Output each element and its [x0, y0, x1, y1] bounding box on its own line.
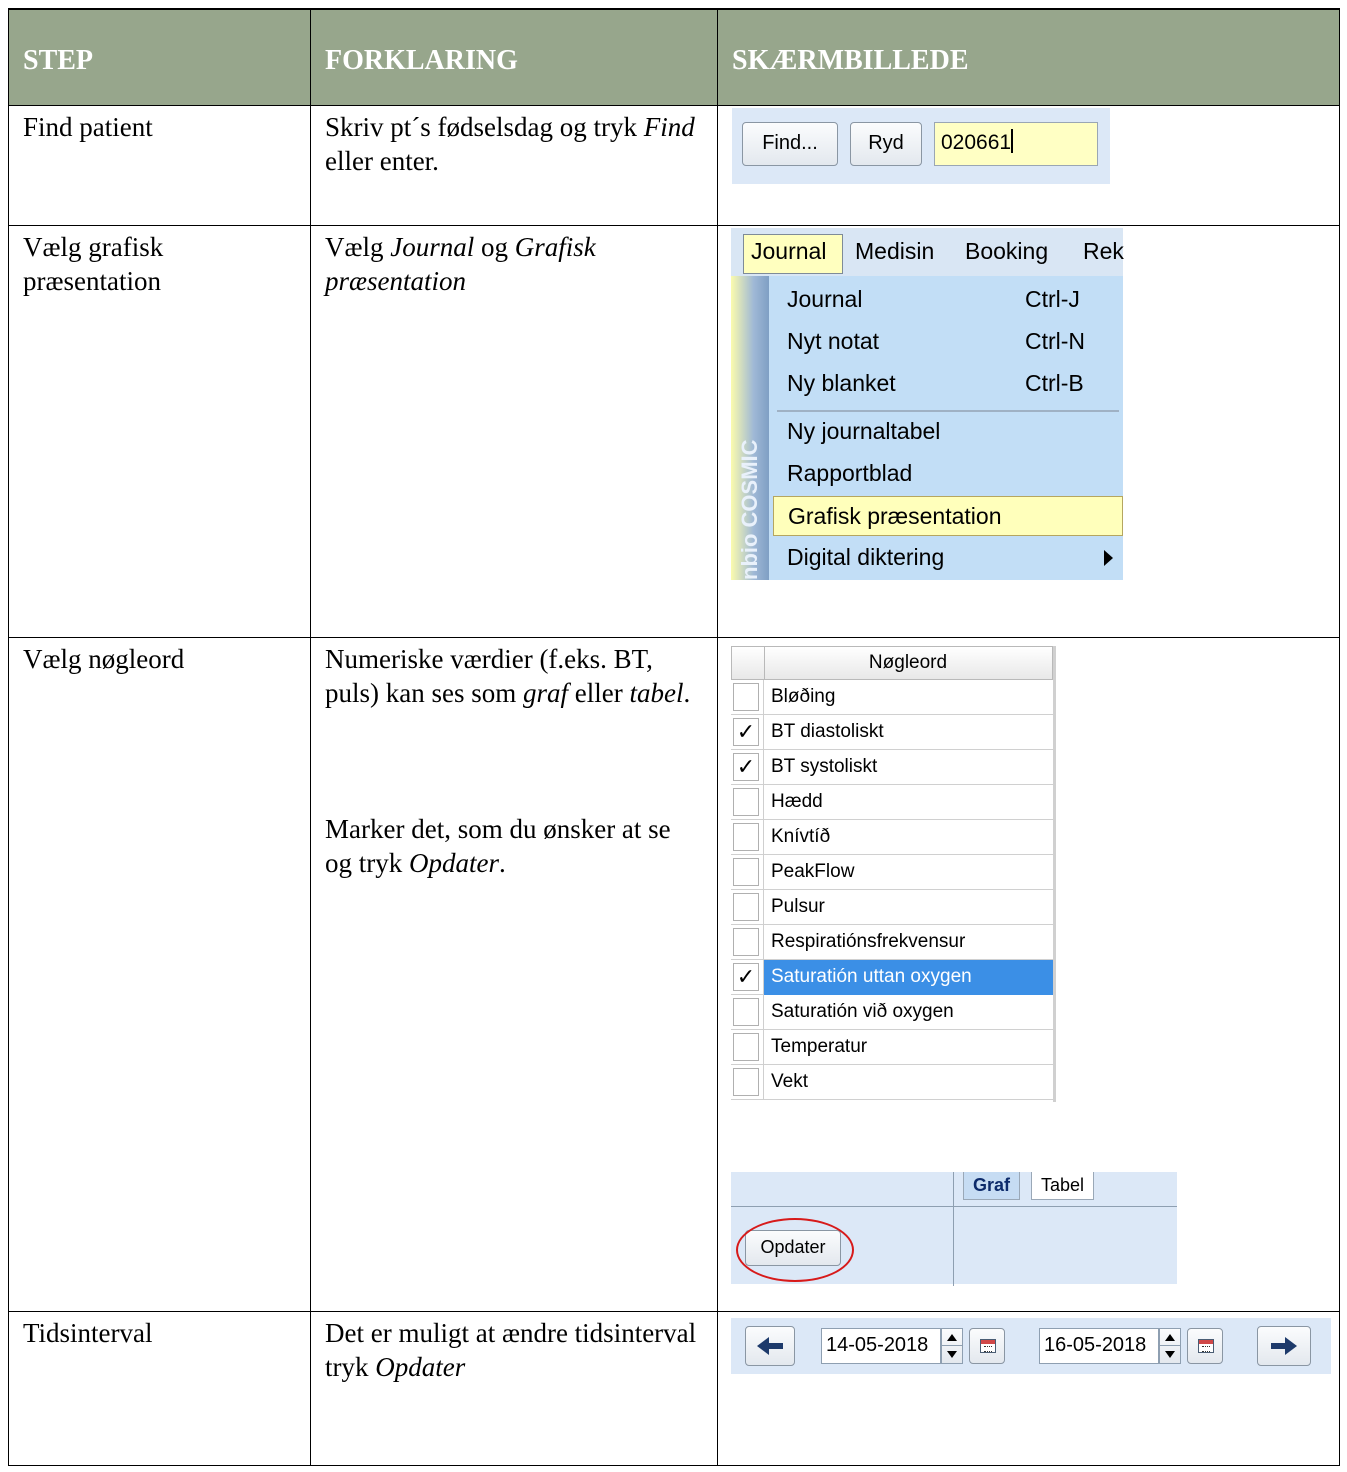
keyword-row[interactable]: Hædd	[731, 784, 1053, 820]
row-select-keywords: Vælg nøgleord Numeriske værdier (f.eks. …	[8, 636, 1340, 1312]
menu-medisin[interactable]: Medisin	[855, 238, 934, 265]
keyword-checkbox[interactable]: ✓	[733, 752, 759, 781]
menu-item-ny-blanket[interactable]: Ny blanket Ctrl-B	[773, 364, 1123, 404]
keyword-row[interactable]: Knívtíð	[731, 819, 1053, 855]
keyword-label: BT systoliskt	[771, 755, 878, 777]
keyword-row[interactable]: Saturatión við oxygen	[731, 994, 1053, 1030]
keyword-checkbox[interactable]	[733, 857, 759, 886]
explanation-paragraph-1: Numeriske værdier (f.eks. BT, puls) kan …	[325, 643, 691, 708]
submenu-arrow-icon	[1104, 549, 1113, 566]
to-date-spinner[interactable]	[1159, 1327, 1181, 1364]
menu-item-digital-diktering[interactable]: Digital diktering	[773, 538, 1123, 578]
keyword-checkbox[interactable]	[733, 892, 759, 921]
keyword-checkbox[interactable]	[733, 927, 759, 956]
step-label: Vælg grafisk præsentation	[23, 231, 164, 296]
keyword-row[interactable]: Vekt	[731, 1064, 1053, 1100]
menu-booking[interactable]: Booking	[965, 238, 1048, 265]
keyword-label: Vekt	[771, 1070, 808, 1092]
grid-scroll-edge	[1053, 645, 1056, 1102]
keyword-row[interactable]: Temperatur	[731, 1029, 1053, 1065]
find-button[interactable]: Find...	[742, 121, 838, 166]
keyword-label: Knívtíð	[771, 825, 831, 847]
select-all-column[interactable]	[732, 646, 765, 679]
menu-item-rapportblad[interactable]: Rapportblad	[773, 454, 1123, 494]
keyword-checkbox[interactable]	[733, 822, 759, 851]
menubar: Journal Medisin Booking Rek	[731, 227, 1124, 276]
header-step: STEP	[8, 8, 311, 106]
keyword-label: Pulsur	[771, 895, 825, 917]
tab-graf[interactable]: Graf	[963, 1171, 1021, 1200]
menu-journal[interactable]: Journal	[751, 238, 826, 265]
step-label: Vælg nøgleord	[23, 643, 185, 674]
previous-period-button[interactable]	[745, 1325, 795, 1366]
row-time-interval: Tidsinterval Det er muligt at ændre tids…	[8, 1310, 1340, 1466]
keyword-row[interactable]: Respiratiónsfrekvensur	[731, 924, 1053, 960]
step-label: Find patient	[23, 111, 153, 142]
tab-tabel[interactable]: Tabel	[1031, 1171, 1095, 1200]
keyword-checkbox[interactable]	[733, 1032, 759, 1061]
keyword-label: PeakFlow	[771, 860, 855, 882]
highlight-circle	[736, 1217, 854, 1282]
keyword-row[interactable]: ✓ Saturatión uttan oxygen	[731, 959, 1053, 995]
menu-rek[interactable]: Rek	[1083, 238, 1124, 265]
keyword-row[interactable]: ✓ BT diastoliskt	[731, 714, 1053, 750]
to-date-field[interactable]: 16-05-2018	[1039, 1327, 1159, 1364]
menu-item-grafisk-praesentation[interactable]: Grafisk præsentation	[773, 495, 1123, 536]
menu-item-nyt-notat[interactable]: Nyt notat Ctrl-N	[773, 322, 1123, 362]
keyword-label: Hædd	[771, 790, 823, 812]
menu-item-ny-journaltabel[interactable]: Ny journaltabel	[773, 412, 1123, 452]
keyword-row[interactable]: ✓ BT systoliskt	[731, 749, 1053, 785]
from-date-field[interactable]: 14-05-2018	[821, 1327, 941, 1364]
keyword-grid-header: Nøgleord	[731, 645, 1053, 680]
menu-side-strip: nbio COSMIC	[731, 275, 769, 580]
from-date-calendar-icon[interactable]	[969, 1327, 1005, 1364]
keyword-checkbox[interactable]	[733, 997, 759, 1026]
arrow-right-icon	[1271, 1336, 1297, 1355]
find-toolbar: Find... Ryd 020661	[732, 107, 1110, 184]
text-caret	[1011, 128, 1014, 153]
keyword-label: BT diastoliskt	[771, 720, 884, 742]
keyword-checkbox[interactable]	[733, 787, 759, 816]
explanation-text: Vælg Journal og Grafisk præsentation	[325, 231, 596, 296]
keyword-label: Saturatión við oxygen	[771, 1000, 954, 1022]
clear-button[interactable]: Ryd	[850, 121, 922, 166]
from-date-spinner[interactable]	[941, 1327, 963, 1364]
keyword-checkbox[interactable]: ✓	[733, 962, 759, 991]
explanation-text: Skriv pt´s fødselsdag og tryk Find eller…	[325, 111, 695, 176]
to-date-calendar-icon[interactable]	[1187, 1327, 1223, 1364]
header-screenshot: SKÆRMBILLEDE	[717, 8, 1340, 106]
header-explanation: FORKLARING	[310, 8, 718, 106]
keyword-label: Respiratiónsfrekvensur	[771, 930, 966, 952]
arrow-left-icon	[757, 1336, 783, 1355]
keyword-row[interactable]: Bløðing	[731, 679, 1053, 715]
update-panel: Graf Tabel Opdater	[731, 1171, 1177, 1286]
keyword-checkbox[interactable]	[733, 1067, 759, 1096]
header-row: STEP FORKLARING SKÆRMBILLEDE	[8, 8, 1340, 106]
strip-brand-text: nbio COSMIC	[737, 438, 762, 580]
row-find-patient: Find patient Skriv pt´s fødselsdag og tr…	[8, 104, 1340, 226]
explanation-paragraph-2: Marker det, som du ønsker at se og tryk …	[325, 813, 671, 878]
keyword-row[interactable]: Pulsur	[731, 889, 1053, 925]
row-graphic-presentation: Vælg grafisk præsentation Vælg Journal o…	[8, 224, 1340, 638]
keyword-checkbox[interactable]: ✓	[733, 717, 759, 746]
instruction-table: STEP FORKLARING SKÆRMBILLEDE Find patien…	[8, 8, 1340, 1466]
patient-search-input[interactable]: 020661	[934, 121, 1098, 166]
view-area	[953, 1205, 1177, 1286]
keyword-grid: Nøgleord Bløðing ✓ BT diastoliskt ✓ BT systo…	[731, 645, 1057, 1102]
explanation-text: Numeriske værdier (f.eks. BT, puls) kan …	[311, 638, 717, 880]
step-label: Tidsinterval	[23, 1317, 153, 1348]
keyword-label: Temperatur	[771, 1035, 868, 1057]
journal-dropdown: nbio COSMIC Journal Ctrl-J Nyt notat Ctrl-…	[731, 275, 1123, 580]
next-period-button[interactable]	[1257, 1325, 1311, 1366]
keyword-checkbox[interactable]	[733, 682, 759, 711]
keyword-row[interactable]: PeakFlow	[731, 854, 1053, 890]
journal-menu-screenshot: Journal Medisin Booking Rek nbio COSMIC …	[731, 227, 1124, 580]
date-interval-bar: 14-05-2018 16-05-2018	[731, 1317, 1331, 1374]
keyword-label: Bløðing	[771, 685, 836, 707]
menu-item-journal[interactable]: Journal Ctrl-J	[773, 280, 1123, 320]
keyword-column-header: Nøgleord	[868, 651, 948, 673]
keyword-label: Saturatión uttan oxygen	[771, 965, 972, 987]
explanation-text: Det er muligt at ændre tidsinterval tryk…	[325, 1317, 697, 1382]
